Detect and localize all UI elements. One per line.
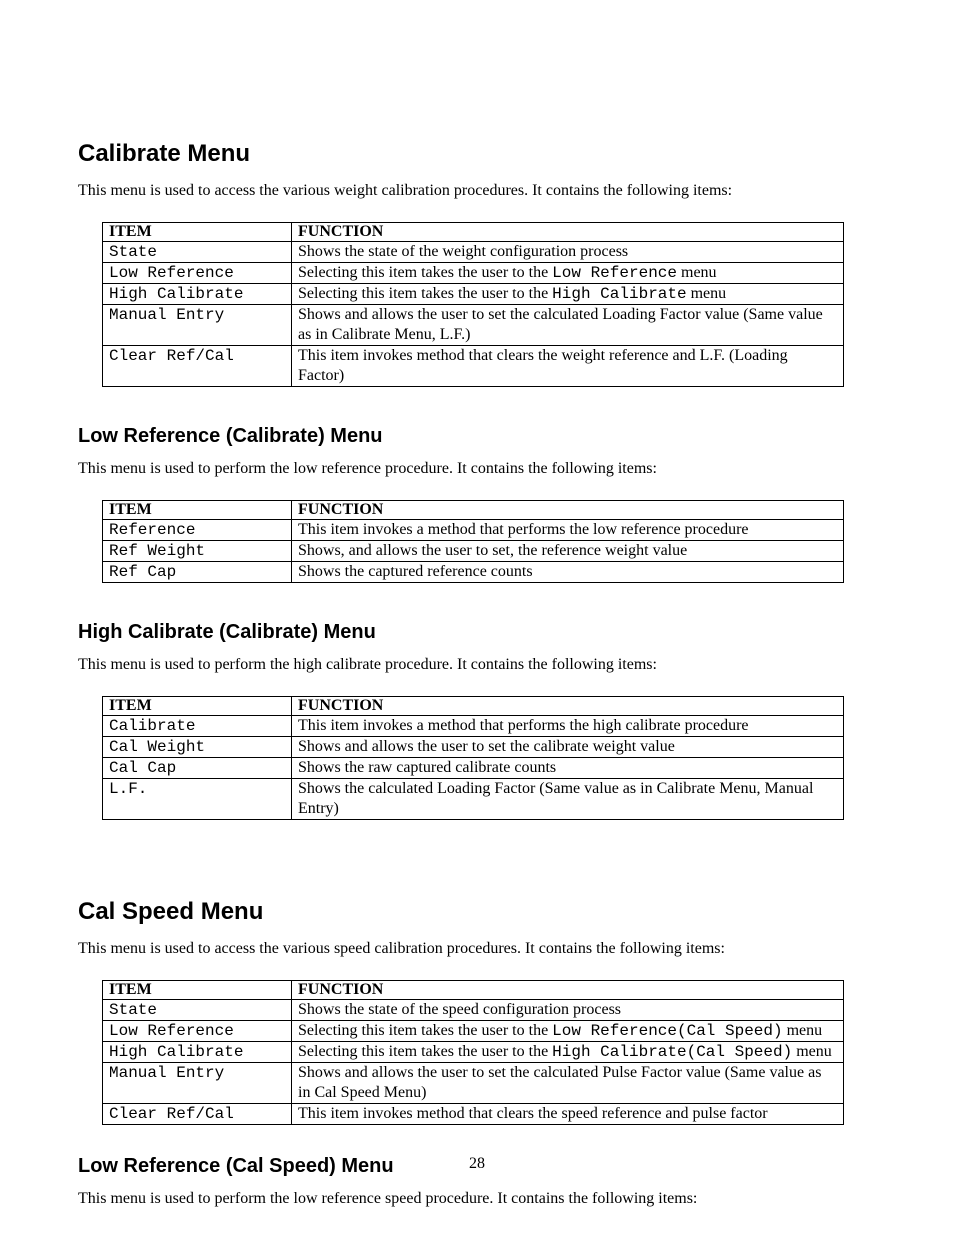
function-cell: Shows the state of the speed configurati… <box>292 1000 844 1021</box>
col-function: FUNCTION <box>292 697 844 716</box>
item-cell: Ref Weight <box>103 541 292 562</box>
mono-reference: Low Reference <box>552 264 677 282</box>
table-row: Manual EntryShows and allows the user to… <box>103 1063 844 1104</box>
item-cell: Cal Cap <box>103 758 292 779</box>
col-item: ITEM <box>103 981 292 1000</box>
function-cell: Selecting this item takes the user to th… <box>292 1021 844 1042</box>
section-heading: Cal Speed Menu <box>78 898 876 926</box>
table-row: CalibrateThis item invokes a method that… <box>103 716 844 737</box>
item-cell: High Calibrate <box>103 284 292 305</box>
item-cell: L.F. <box>103 779 292 820</box>
table-header-row: ITEM FUNCTION <box>103 223 844 242</box>
table-row: High CalibrateSelecting this item takes … <box>103 284 844 305</box>
table-body: StateShows the state of the weight confi… <box>103 242 844 387</box>
table-header-row: ITEM FUNCTION <box>103 501 844 520</box>
table-header-row: ITEM FUNCTION <box>103 697 844 716</box>
table-row: Low ReferenceSelecting this item takes t… <box>103 263 844 284</box>
col-item: ITEM <box>103 501 292 520</box>
table-header-row: ITEM FUNCTION <box>103 981 844 1000</box>
col-function: FUNCTION <box>292 223 844 242</box>
table-row: Ref CapShows the captured reference coun… <box>103 562 844 583</box>
item-cell: Clear Ref/Cal <box>103 1104 292 1125</box>
table-row: Low ReferenceSelecting this item takes t… <box>103 1021 844 1042</box>
table-row: Manual EntryShows and allows the user to… <box>103 305 844 346</box>
function-cell: Shows the captured reference counts <box>292 562 844 583</box>
function-cell: This item invokes method that clears the… <box>292 346 844 387</box>
section-intro: This menu is used to perform the low ref… <box>78 1190 876 1208</box>
item-cell: Manual Entry <box>103 1063 292 1104</box>
col-item: ITEM <box>103 223 292 242</box>
section-heading: High Calibrate (Calibrate) Menu <box>78 621 876 644</box>
low-reference-calibrate-table: ITEM FUNCTION ReferenceThis item invokes… <box>102 500 844 583</box>
table-row: Clear Ref/CalThis item invokes method th… <box>103 346 844 387</box>
table-row: StateShows the state of the speed config… <box>103 1000 844 1021</box>
function-cell: Selecting this item takes the user to th… <box>292 284 844 305</box>
table-body: ReferenceThis item invokes a method that… <box>103 520 844 583</box>
section-intro: This menu is used to perform the low ref… <box>78 460 876 478</box>
item-cell: Low Reference <box>103 1021 292 1042</box>
section-heading: Calibrate Menu <box>78 140 876 168</box>
function-cell: Shows the raw captured calibrate counts <box>292 758 844 779</box>
table-row: Ref WeightShows, and allows the user to … <box>103 541 844 562</box>
mono-reference: Low Reference(Cal Speed) <box>552 1022 782 1040</box>
table-row: Cal WeightShows and allows the user to s… <box>103 737 844 758</box>
high-calibrate-table: ITEM FUNCTION CalibrateThis item invokes… <box>102 696 844 820</box>
item-cell: Low Reference <box>103 263 292 284</box>
function-cell: Shows the state of the weight configurat… <box>292 242 844 263</box>
col-function: FUNCTION <box>292 501 844 520</box>
table-row: ReferenceThis item invokes a method that… <box>103 520 844 541</box>
function-cell: Selecting this item takes the user to th… <box>292 1042 844 1063</box>
item-cell: Ref Cap <box>103 562 292 583</box>
mono-reference: High Calibrate(Cal Speed) <box>552 1043 792 1061</box>
item-cell: Calibrate <box>103 716 292 737</box>
function-cell: Shows and allows the user to set the cal… <box>292 737 844 758</box>
item-cell: State <box>103 242 292 263</box>
item-cell: Cal Weight <box>103 737 292 758</box>
page-number: 28 <box>0 1155 954 1173</box>
section-intro: This menu is used to access the various … <box>78 182 876 200</box>
section-heading: Low Reference (Calibrate) Menu <box>78 425 876 448</box>
col-item: ITEM <box>103 697 292 716</box>
item-cell: High Calibrate <box>103 1042 292 1063</box>
function-cell: Shows and allows the user to set the cal… <box>292 305 844 346</box>
table-row: High CalibrateSelecting this item takes … <box>103 1042 844 1063</box>
table-row: L.F.Shows the calculated Loading Factor … <box>103 779 844 820</box>
item-cell: Reference <box>103 520 292 541</box>
function-cell: This item invokes a method that performs… <box>292 716 844 737</box>
col-function: FUNCTION <box>292 981 844 1000</box>
function-cell: This item invokes method that clears the… <box>292 1104 844 1125</box>
function-cell: Shows the calculated Loading Factor (Sam… <box>292 779 844 820</box>
function-cell: Shows and allows the user to set the cal… <box>292 1063 844 1104</box>
mono-reference: High Calibrate <box>552 285 686 303</box>
item-cell: State <box>103 1000 292 1021</box>
cal-speed-menu-table: ITEM FUNCTION StateShows the state of th… <box>102 980 844 1125</box>
table-row: Clear Ref/CalThis item invokes method th… <box>103 1104 844 1125</box>
section-intro: This menu is used to perform the high ca… <box>78 656 876 674</box>
table-row: StateShows the state of the weight confi… <box>103 242 844 263</box>
table-body: CalibrateThis item invokes a method that… <box>103 716 844 820</box>
section-intro: This menu is used to access the various … <box>78 940 876 958</box>
table-row: Cal CapShows the raw captured calibrate … <box>103 758 844 779</box>
function-cell: This item invokes a method that performs… <box>292 520 844 541</box>
table-body: StateShows the state of the speed config… <box>103 1000 844 1125</box>
item-cell: Clear Ref/Cal <box>103 346 292 387</box>
function-cell: Shows, and allows the user to set, the r… <box>292 541 844 562</box>
item-cell: Manual Entry <box>103 305 292 346</box>
function-cell: Selecting this item takes the user to th… <box>292 263 844 284</box>
calibrate-menu-table: ITEM FUNCTION StateShows the state of th… <box>102 222 844 387</box>
